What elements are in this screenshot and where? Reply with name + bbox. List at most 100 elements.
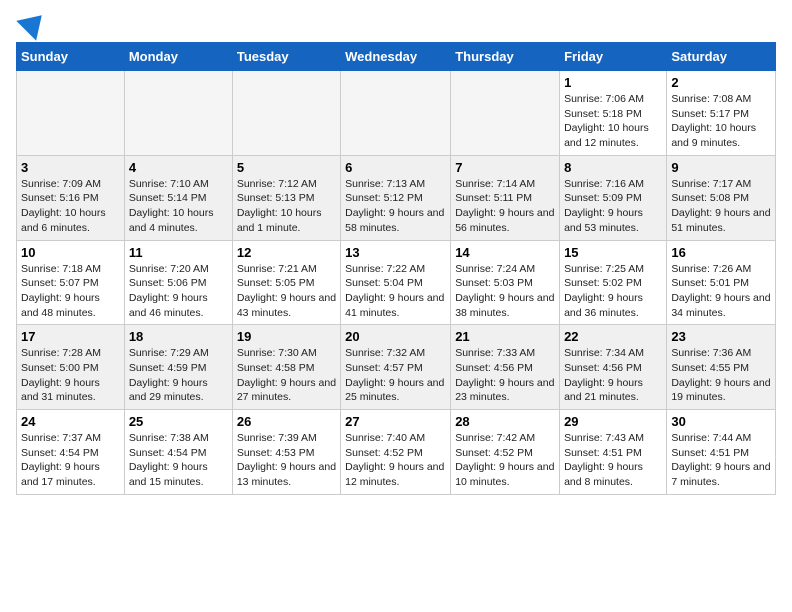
calendar-cell: 3Sunrise: 7:09 AM Sunset: 5:16 PM Daylig… xyxy=(17,155,125,240)
day-number: 16 xyxy=(671,245,771,260)
calendar-cell: 12Sunrise: 7:21 AM Sunset: 5:05 PM Dayli… xyxy=(232,240,340,325)
day-number: 22 xyxy=(564,329,662,344)
day-number: 8 xyxy=(564,160,662,175)
calendar-cell: 7 Sunrise: 7:14 AM Sunset: 5:11 PM Daylig… xyxy=(451,155,560,240)
calendar-cell xyxy=(232,71,340,156)
calendar-cell xyxy=(451,71,560,156)
day-number: 28 xyxy=(455,414,555,429)
calendar-cell xyxy=(124,71,232,156)
day-number: 11 xyxy=(129,245,228,260)
day-number: 5 xyxy=(237,160,336,175)
day-number: 13 xyxy=(345,245,446,260)
calendar-cell: 10 Sunrise: 7:18 AM Sunset: 5:07 PM Dayli… xyxy=(17,240,125,325)
day-info: Sunrise: 7:30 AM Sunset: 4:58 PM Dayligh… xyxy=(237,346,336,405)
day-number: 20 xyxy=(345,329,446,344)
calendar-cell: 8Sunrise: 7:16 AM Sunset: 5:09 PM Daylig… xyxy=(560,155,667,240)
day-info: Sunrise: 7:34 AM Sunset: 4:56 PM Dayligh… xyxy=(564,346,662,405)
day-info: Sunrise: 7:22 AM Sunset: 5:04 PM Dayligh… xyxy=(345,262,446,321)
day-number: 10 xyxy=(21,245,120,260)
day-number: 15 xyxy=(564,245,662,260)
day-number: 14 xyxy=(455,245,555,260)
calendar-week-1: 1 Sunrise: 7:06 AM Sunset: 5:18 PM Daylig… xyxy=(17,71,776,156)
calendar-cell: 5 Sunrise: 7:12 AM Sunset: 5:13 PM Daylig… xyxy=(232,155,340,240)
day-number: 4 xyxy=(129,160,228,175)
day-info: Sunrise: 7:10 AM Sunset: 5:14 PM Dayligh… xyxy=(129,177,228,236)
day-info: Sunrise: 7:21 AM Sunset: 5:05 PM Dayligh… xyxy=(237,262,336,321)
day-number: 18 xyxy=(129,329,228,344)
calendar-cell: 1 Sunrise: 7:06 AM Sunset: 5:18 PM Daylig… xyxy=(560,71,667,156)
day-info: Sunrise: 7:38 AM Sunset: 4:54 PM Dayligh… xyxy=(129,431,228,490)
calendar-table: SundayMondayTuesdayWednesdayThursdayFrid… xyxy=(16,42,776,495)
day-info: Sunrise: 7:32 AM Sunset: 4:57 PM Dayligh… xyxy=(345,346,446,405)
day-info: Sunrise: 7:18 AM Sunset: 5:07 PM Dayligh… xyxy=(21,262,120,321)
calendar-week-4: 17 Sunrise: 7:28 AM Sunset: 5:00 PM Dayli… xyxy=(17,325,776,410)
day-info: Sunrise: 7:37 AM Sunset: 4:54 PM Dayligh… xyxy=(21,431,120,490)
calendar-cell: 20 Sunrise: 7:32 AM Sunset: 4:57 PM Dayli… xyxy=(341,325,451,410)
day-info: Sunrise: 7:40 AM Sunset: 4:52 PM Dayligh… xyxy=(345,431,446,490)
calendar-cell: 2 Sunrise: 7:08 AM Sunset: 5:17 PM Daylig… xyxy=(667,71,776,156)
day-info: Sunrise: 7:44 AM Sunset: 4:51 PM Dayligh… xyxy=(671,431,771,490)
day-info: Sunrise: 7:43 AM Sunset: 4:51 PM Dayligh… xyxy=(564,431,662,490)
day-number: 24 xyxy=(21,414,120,429)
calendar-week-3: 10 Sunrise: 7:18 AM Sunset: 5:07 PM Dayli… xyxy=(17,240,776,325)
calendar-cell: 11 Sunrise: 7:20 AM Sunset: 5:06 PM Dayli… xyxy=(124,240,232,325)
day-number: 2 xyxy=(671,75,771,90)
calendar-cell: 4 Sunrise: 7:10 AM Sunset: 5:14 PM Daylig… xyxy=(124,155,232,240)
calendar-cell: 9 Sunrise: 7:17 AM Sunset: 5:08 PM Daylig… xyxy=(667,155,776,240)
calendar-cell: 24 Sunrise: 7:37 AM Sunset: 4:54 PM Dayli… xyxy=(17,410,125,495)
day-number: 7 xyxy=(455,160,555,175)
day-info: Sunrise: 7:12 AM Sunset: 5:13 PM Dayligh… xyxy=(237,177,336,236)
day-number: 23 xyxy=(671,329,771,344)
logo xyxy=(16,16,48,34)
day-info: Sunrise: 7:36 AM Sunset: 4:55 PM Dayligh… xyxy=(671,346,771,405)
calendar-cell: 22 Sunrise: 7:34 AM Sunset: 4:56 PM Dayli… xyxy=(560,325,667,410)
weekday-monday: Monday xyxy=(124,43,232,71)
day-info: Sunrise: 7:33 AM Sunset: 4:56 PM Dayligh… xyxy=(455,346,555,405)
day-number: 21 xyxy=(455,329,555,344)
day-info: Sunrise: 7:24 AM Sunset: 5:03 PM Dayligh… xyxy=(455,262,555,321)
calendar-cell: 18Sunrise: 7:29 AM Sunset: 4:59 PM Dayli… xyxy=(124,325,232,410)
day-number: 25 xyxy=(129,414,228,429)
day-info: Sunrise: 7:06 AM Sunset: 5:18 PM Dayligh… xyxy=(564,92,662,151)
day-number: 26 xyxy=(237,414,336,429)
day-info: Sunrise: 7:28 AM Sunset: 5:00 PM Dayligh… xyxy=(21,346,120,405)
calendar-cell: 27 Sunrise: 7:40 AM Sunset: 4:52 PM Dayli… xyxy=(341,410,451,495)
day-number: 9 xyxy=(671,160,771,175)
weekday-sunday: Sunday xyxy=(17,43,125,71)
calendar-cell: 17 Sunrise: 7:28 AM Sunset: 5:00 PM Dayli… xyxy=(17,325,125,410)
day-info: Sunrise: 7:42 AM Sunset: 4:52 PM Dayligh… xyxy=(455,431,555,490)
calendar-cell: 28 Sunrise: 7:42 AM Sunset: 4:52 PM Dayli… xyxy=(451,410,560,495)
calendar-cell: 6Sunrise: 7:13 AM Sunset: 5:12 PM Daylig… xyxy=(341,155,451,240)
day-info: Sunrise: 7:20 AM Sunset: 5:06 PM Dayligh… xyxy=(129,262,228,321)
calendar-cell: 19 Sunrise: 7:30 AM Sunset: 4:58 PM Dayli… xyxy=(232,325,340,410)
day-info: Sunrise: 7:13 AM Sunset: 5:12 PM Dayligh… xyxy=(345,177,446,236)
calendar-cell: 21 Sunrise: 7:33 AM Sunset: 4:56 PM Dayli… xyxy=(451,325,560,410)
weekday-wednesday: Wednesday xyxy=(341,43,451,71)
day-number: 29 xyxy=(564,414,662,429)
page-header xyxy=(16,16,776,34)
calendar-cell: 16 Sunrise: 7:26 AM Sunset: 5:01 PM Dayli… xyxy=(667,240,776,325)
day-info: Sunrise: 7:26 AM Sunset: 5:01 PM Dayligh… xyxy=(671,262,771,321)
day-number: 19 xyxy=(237,329,336,344)
day-number: 17 xyxy=(21,329,120,344)
calendar-cell: 15 Sunrise: 7:25 AM Sunset: 5:02 PM Dayli… xyxy=(560,240,667,325)
weekday-header-row: SundayMondayTuesdayWednesdayThursdayFrid… xyxy=(17,43,776,71)
day-number: 27 xyxy=(345,414,446,429)
calendar-cell: 30 Sunrise: 7:44 AM Sunset: 4:51 PM Dayli… xyxy=(667,410,776,495)
day-info: Sunrise: 7:25 AM Sunset: 5:02 PM Dayligh… xyxy=(564,262,662,321)
day-info: Sunrise: 7:08 AM Sunset: 5:17 PM Dayligh… xyxy=(671,92,771,151)
day-number: 1 xyxy=(564,75,662,90)
weekday-saturday: Saturday xyxy=(667,43,776,71)
day-info: Sunrise: 7:39 AM Sunset: 4:53 PM Dayligh… xyxy=(237,431,336,490)
day-info: Sunrise: 7:14 AM Sunset: 5:11 PM Dayligh… xyxy=(455,177,555,236)
day-number: 3 xyxy=(21,160,120,175)
day-info: Sunrise: 7:17 AM Sunset: 5:08 PM Dayligh… xyxy=(671,177,771,236)
calendar-week-2: 3Sunrise: 7:09 AM Sunset: 5:16 PM Daylig… xyxy=(17,155,776,240)
calendar-cell xyxy=(17,71,125,156)
calendar-cell: 25 Sunrise: 7:38 AM Sunset: 4:54 PM Dayli… xyxy=(124,410,232,495)
calendar-week-5: 24 Sunrise: 7:37 AM Sunset: 4:54 PM Dayli… xyxy=(17,410,776,495)
day-number: 30 xyxy=(671,414,771,429)
calendar-cell: 26 Sunrise: 7:39 AM Sunset: 4:53 PM Dayli… xyxy=(232,410,340,495)
calendar-cell: 13 Sunrise: 7:22 AM Sunset: 5:04 PM Dayli… xyxy=(341,240,451,325)
weekday-thursday: Thursday xyxy=(451,43,560,71)
